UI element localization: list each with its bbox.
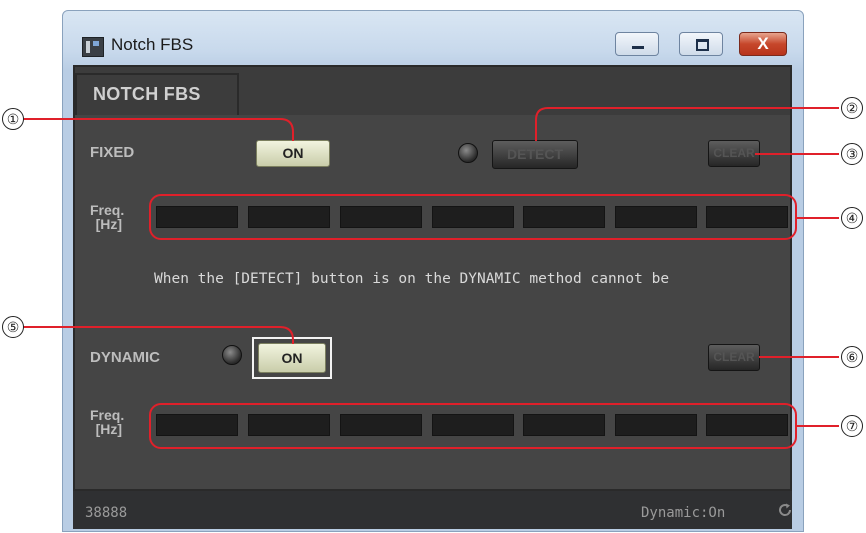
callout-leaders	[22, 107, 839, 427]
callout-marker-5: ⑤	[2, 316, 24, 338]
callout-marker-2: ②	[841, 97, 863, 119]
callout-marker-7: ⑦	[841, 415, 863, 437]
callout-marker-6: ⑥	[841, 346, 863, 368]
callout-marker-4: ④	[841, 207, 863, 229]
callout-marker-1: ①	[2, 108, 24, 130]
callout-marker-3: ③	[841, 143, 863, 165]
